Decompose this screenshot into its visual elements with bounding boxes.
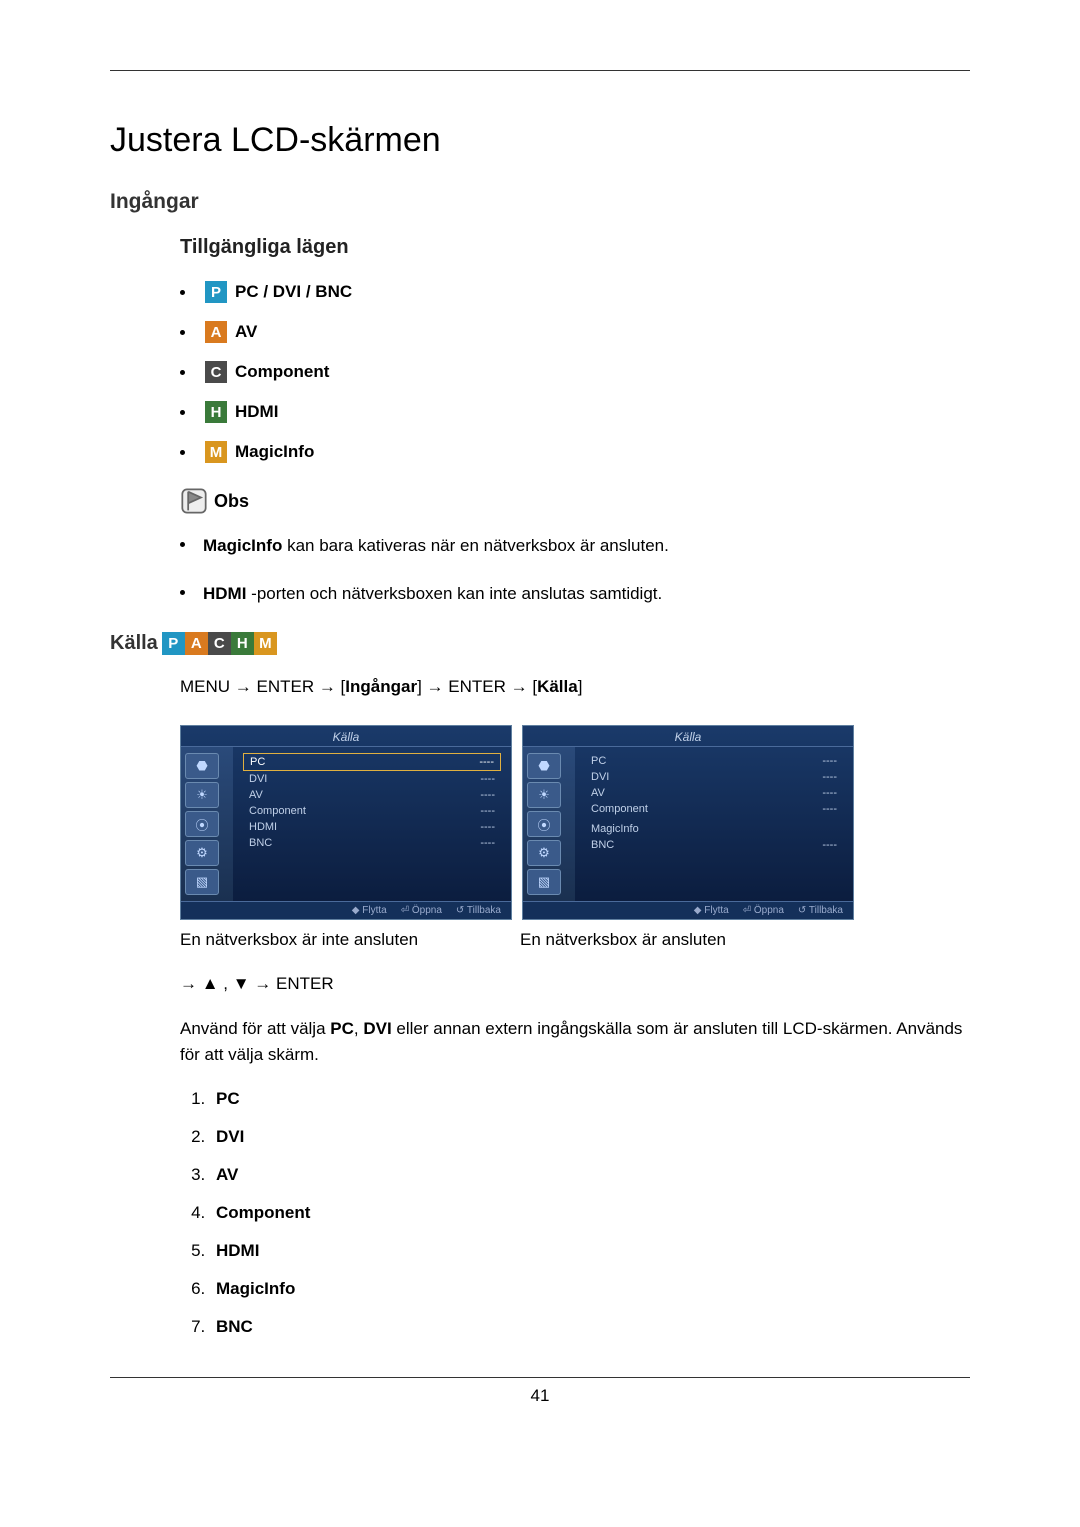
mode-item: H HDMI	[180, 401, 970, 423]
badge-a-icon: A	[185, 632, 208, 655]
osd-icon: ⦿	[527, 811, 561, 837]
osd-item-selected: PC----	[243, 753, 501, 771]
osd-footer: ◆ Flytta ⏎ Öppna ↺ Tillbaka	[523, 901, 853, 919]
badge-row: P A C H M	[162, 632, 277, 655]
osd-caption-left: En nätverksbox är inte ansluten	[180, 930, 510, 950]
osd-icon: ⦿	[185, 811, 219, 837]
osd-panel-left: Källa ⬣ ☀ ⦿ ⚙ ▧ PC---- DVI---- AV---- Co…	[180, 725, 512, 920]
note-label: Obs	[214, 491, 249, 512]
document-page: Justera LCD-skärmen Ingångar Tillgänglig…	[0, 0, 1080, 1527]
note-item: MagicInfo kan bara kativeras när en nätv…	[180, 533, 970, 559]
badge-c-icon: C	[208, 632, 231, 655]
osd-item: AV----	[585, 785, 843, 801]
bullet-icon	[180, 542, 185, 547]
notes-list: MagicInfo kan bara kativeras när en nätv…	[180, 533, 970, 606]
page-number: 41	[110, 1386, 970, 1406]
osd-caption-right: En nätverksbox är ansluten	[520, 930, 850, 950]
osd-icon: ⚙	[185, 840, 219, 866]
source-item: MagicInfo	[210, 1279, 970, 1299]
osd-icon: ☀	[527, 782, 561, 808]
bullet-icon	[180, 450, 185, 455]
osd-item: AV----	[243, 787, 501, 803]
usage-text: Använd för att välja PC, DVI eller annan…	[110, 1016, 970, 1067]
badge-p-icon: P	[205, 281, 227, 303]
page-title: Justera LCD-skärmen	[110, 121, 970, 160]
nav-keys: → ▲ , ▼ → ENTER	[110, 974, 970, 994]
osd-item: BNC----	[585, 837, 843, 853]
mode-label: AV	[235, 322, 257, 342]
osd-item: BNC----	[243, 835, 501, 851]
osd-icon: ⚙	[527, 840, 561, 866]
osd-title: Källa	[181, 726, 511, 747]
bullet-icon	[180, 370, 185, 375]
bullet-icon	[180, 330, 185, 335]
note-text: HDMI -porten och nätverksboxen kan inte …	[203, 581, 662, 607]
note-heading: Obs	[180, 487, 970, 515]
top-divider	[110, 70, 970, 71]
badge-h-icon: H	[231, 632, 254, 655]
badge-h-icon: H	[205, 401, 227, 423]
bullet-icon	[180, 410, 185, 415]
badge-m-icon: M	[254, 632, 277, 655]
mode-label: Component	[235, 362, 329, 382]
osd-item: PC----	[585, 753, 843, 769]
osd-panel-right: Källa ⬣ ☀ ⦿ ⚙ ▧ PC---- DVI---- AV---- Co…	[522, 725, 854, 920]
osd-sidebar: ⬣ ☀ ⦿ ⚙ ▧	[181, 747, 233, 901]
note-icon	[180, 487, 208, 515]
mode-item: C Component	[180, 361, 970, 383]
osd-icon: ▧	[527, 869, 561, 895]
badge-c-icon: C	[205, 361, 227, 383]
bottom-divider	[110, 1377, 970, 1378]
bullet-icon	[180, 290, 185, 295]
osd-icon: ⬣	[527, 753, 561, 779]
osd-icon: ☀	[185, 782, 219, 808]
source-ordered-list: PC DVI AV Component HDMI MagicInfo BNC	[110, 1089, 970, 1337]
badge-a-icon: A	[205, 321, 227, 343]
bullet-icon	[180, 590, 185, 595]
osd-item: MagicInfo	[585, 821, 843, 837]
osd-item: Component----	[585, 801, 843, 817]
osd-list: PC---- DVI---- AV---- Component---- HDMI…	[233, 747, 511, 901]
source-item: AV	[210, 1165, 970, 1185]
menu-path: MENU → ENTER → [Ingångar] → ENTER → [Käl…	[110, 677, 970, 697]
mode-item: P PC / DVI / BNC	[180, 281, 970, 303]
badge-m-icon: M	[205, 441, 227, 463]
mode-label: MagicInfo	[235, 442, 314, 462]
osd-icon: ▧	[185, 869, 219, 895]
source-heading: Källa P A C H M	[110, 632, 970, 655]
inputs-heading: Ingångar	[110, 190, 970, 214]
source-item: HDMI	[210, 1241, 970, 1261]
osd-item: DVI----	[243, 771, 501, 787]
badge-p-icon: P	[162, 632, 185, 655]
osd-screenshots: Källa ⬣ ☀ ⦿ ⚙ ▧ PC---- DVI---- AV---- Co…	[110, 725, 970, 920]
osd-captions: En nätverksbox är inte ansluten En nätve…	[110, 930, 970, 950]
modes-list: P PC / DVI / BNC A AV C Component H HDMI…	[180, 281, 970, 463]
mode-item: A AV	[180, 321, 970, 343]
osd-icon: ⬣	[185, 753, 219, 779]
osd-item: Component----	[243, 803, 501, 819]
osd-list: PC---- DVI---- AV---- Component---- Magi…	[575, 747, 853, 901]
mode-item: M MagicInfo	[180, 441, 970, 463]
mode-label: HDMI	[235, 402, 278, 422]
osd-title: Källa	[523, 726, 853, 747]
mode-label: PC / DVI / BNC	[235, 282, 352, 302]
osd-item: DVI----	[585, 769, 843, 785]
source-item: DVI	[210, 1127, 970, 1147]
source-item: BNC	[210, 1317, 970, 1337]
modes-heading: Tillgängliga lägen	[180, 236, 970, 259]
note-text: MagicInfo kan bara kativeras när en nätv…	[203, 533, 669, 559]
osd-item: HDMI----	[243, 819, 501, 835]
source-item: Component	[210, 1203, 970, 1223]
source-item: PC	[210, 1089, 970, 1109]
osd-footer: ◆ Flytta ⏎ Öppna ↺ Tillbaka	[181, 901, 511, 919]
note-item: HDMI -porten och nätverksboxen kan inte …	[180, 581, 970, 607]
osd-sidebar: ⬣ ☀ ⦿ ⚙ ▧	[523, 747, 575, 901]
